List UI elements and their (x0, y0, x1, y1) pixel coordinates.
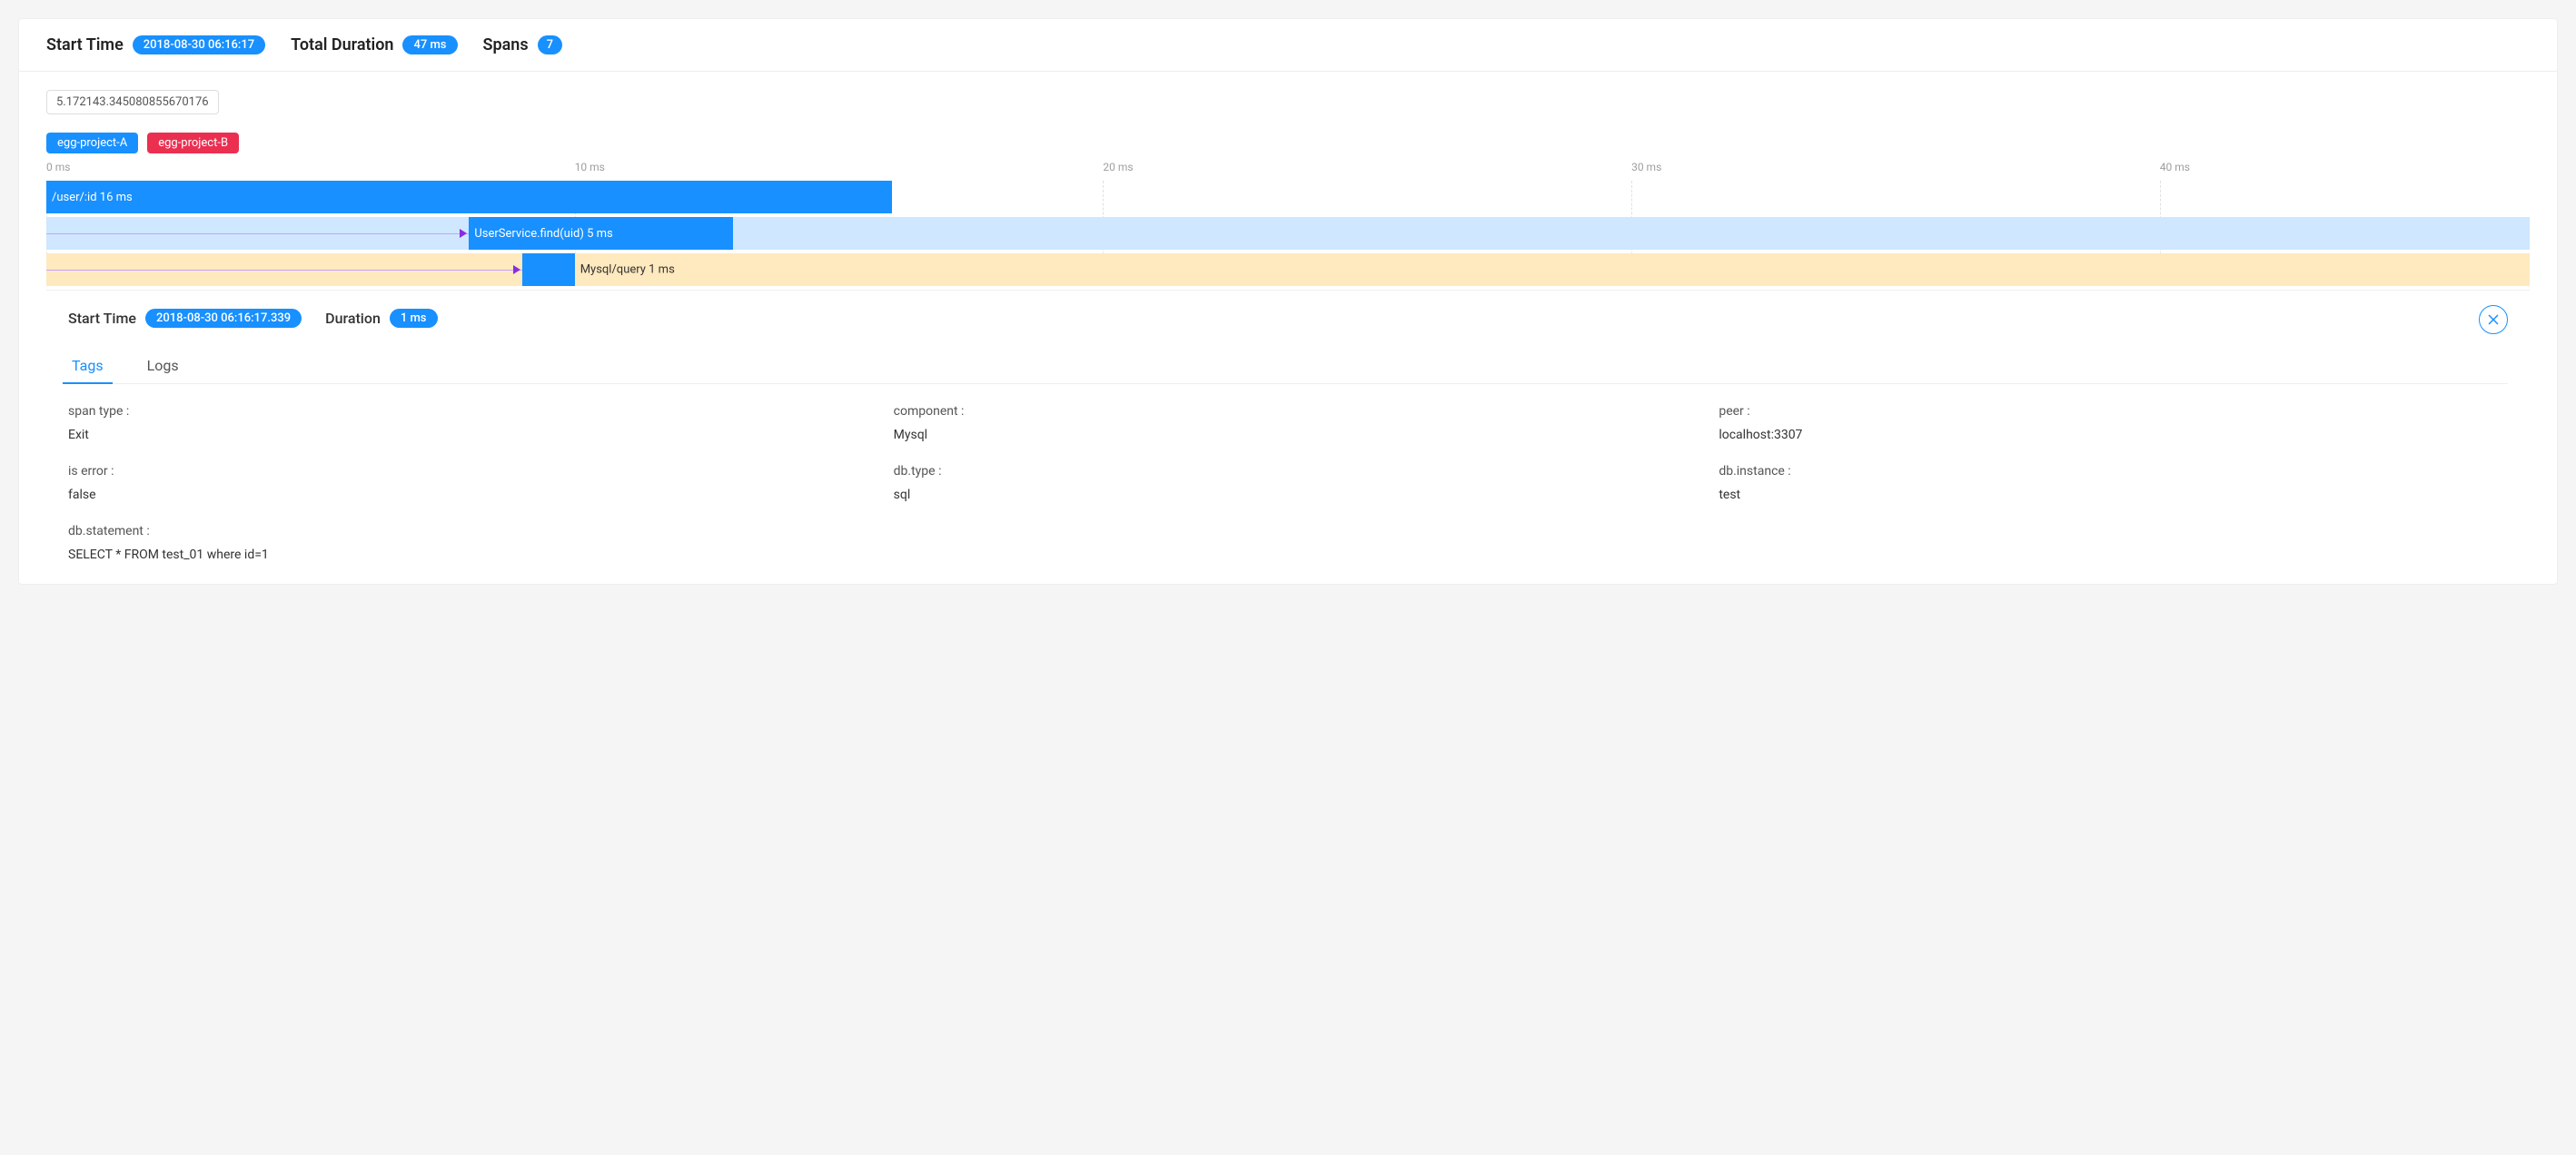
tag-key: peer : (1719, 404, 2508, 419)
detail-duration-badge: 1 ms (390, 309, 438, 328)
trace-id[interactable]: 5.172143.345080855670176 (46, 90, 219, 114)
tag-key: is error : (68, 464, 857, 479)
tags-grid: span type : Exit component : Mysql peer : loc… (68, 384, 2508, 562)
span-label: /user/:id 16 ms (52, 191, 133, 204)
detail-start-time: Start Time 2018-08-30 06:16:17.339 (68, 309, 302, 328)
tag-key: db.instance : (1719, 464, 2508, 479)
tag-value: false (68, 488, 857, 502)
tag-value: Mysql (894, 428, 1683, 442)
tab-tags[interactable]: Tags (68, 350, 107, 383)
arrow-icon (513, 265, 520, 274)
spans-label: Spans (483, 35, 529, 54)
tag-item: component : Mysql (894, 404, 1683, 442)
detail-start-time-label: Start Time (68, 310, 136, 327)
tag-item: db.type : sql (894, 464, 1683, 502)
span-bar[interactable]: /user/:id 16 ms (46, 181, 892, 213)
span-label: Mysql/query 1 ms (580, 263, 675, 277)
span-row[interactable]: Mysql/query 1 ms (46, 253, 2530, 286)
axis-tick: 30 ms (1631, 161, 1661, 173)
axis-tick: 10 ms (575, 161, 605, 173)
tag-key: db.type : (894, 464, 1683, 479)
close-icon (2488, 314, 2499, 325)
start-time-badge: 2018-08-30 06:16:17 (133, 35, 265, 54)
span-row[interactable]: UserService.find(uid) 5 ms (46, 217, 2530, 250)
timeline-axis: 0 ms 10 ms 20 ms 30 ms 40 ms (46, 161, 2530, 181)
trace-card: Start Time 2018-08-30 06:16:17 Total Dur… (18, 18, 2558, 585)
tag-value: Exit (68, 428, 857, 442)
tag-value: test (1719, 488, 2508, 502)
span-detail-panel: Start Time 2018-08-30 06:16:17.339 Durat… (46, 290, 2530, 584)
tag-key: span type : (68, 404, 857, 419)
project-tag-a[interactable]: egg-project-A (46, 133, 138, 153)
arrow-icon (460, 229, 467, 238)
start-time-label: Start Time (46, 35, 124, 54)
close-button[interactable] (2479, 305, 2508, 334)
timeline: 0 ms 10 ms 20 ms 30 ms 40 ms /user/:id 16 ms… (46, 161, 2530, 286)
header-start-time: Start Time 2018-08-30 06:16:17 (46, 35, 265, 54)
tag-value: sql (894, 488, 1683, 502)
detail-header: Start Time 2018-08-30 06:16:17.339 Durat… (68, 309, 2508, 328)
tag-item: span type : Exit (68, 404, 857, 442)
project-tag-b[interactable]: egg-project-B (147, 133, 239, 153)
span-bar[interactable]: UserService.find(uid) 5 ms (469, 217, 733, 250)
total-duration-label: Total Duration (291, 35, 393, 54)
project-tags: egg-project-A egg-project-B (46, 133, 2530, 153)
spans-badge: 7 (538, 35, 562, 54)
detail-start-time-badge: 2018-08-30 06:16:17.339 (145, 309, 302, 328)
axis-tick: 0 ms (46, 161, 70, 173)
detail-duration-label: Duration (325, 310, 381, 327)
header-total-duration: Total Duration 47 ms (291, 35, 457, 54)
tag-value: SELECT * FROM test_01 where id=1 (68, 548, 2508, 562)
total-duration-badge: 47 ms (402, 35, 457, 54)
tag-key: component : (894, 404, 1683, 419)
tag-value: localhost:3307 (1719, 428, 2508, 442)
span-bar[interactable] (522, 253, 575, 286)
tag-key: db.statement : (68, 524, 2508, 538)
detail-duration: Duration 1 ms (325, 309, 437, 328)
span-label: UserService.find(uid) 5 ms (474, 227, 612, 241)
span-row[interactable]: /user/:id 16 ms (46, 181, 2530, 213)
tag-item: db.instance : test (1719, 464, 2508, 502)
span-connector (46, 270, 522, 271)
header-spans: Spans 7 (483, 35, 562, 54)
detail-tabs: Tags Logs (68, 350, 2508, 384)
tag-item: peer : localhost:3307 (1719, 404, 2508, 442)
span-connector (46, 233, 469, 234)
axis-tick: 40 ms (2160, 161, 2190, 173)
timeline-rows: /user/:id 16 ms UserService.find(uid) 5 m… (46, 181, 2530, 286)
tag-item: is error : false (68, 464, 857, 502)
trace-header: Start Time 2018-08-30 06:16:17 Total Dur… (19, 19, 2557, 72)
axis-tick: 20 ms (1103, 161, 1133, 173)
tab-logs[interactable]: Logs (144, 350, 183, 383)
tag-item: db.statement : SELECT * FROM test_01 wher… (68, 524, 2508, 562)
